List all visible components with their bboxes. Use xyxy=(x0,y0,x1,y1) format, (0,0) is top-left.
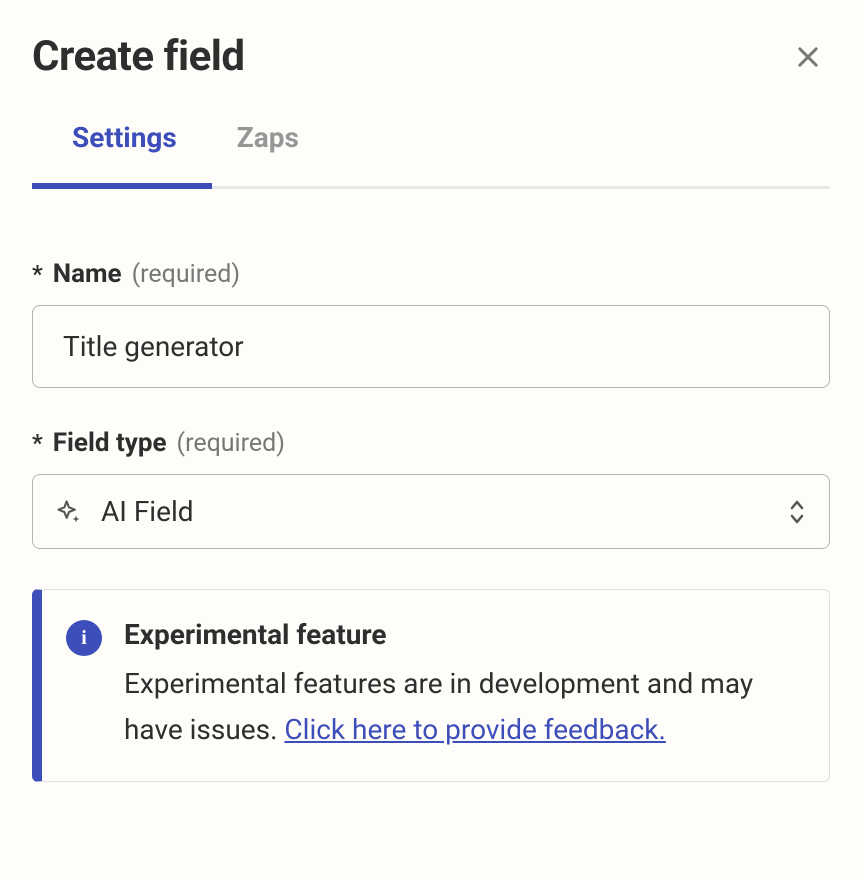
callout-text: Experimental features are in development… xyxy=(124,661,799,753)
name-label-row: * Name (required) xyxy=(32,259,830,289)
name-label: Name xyxy=(53,259,122,289)
close-button[interactable] xyxy=(786,35,830,79)
feedback-link[interactable]: Click here to provide feedback. xyxy=(284,713,665,746)
sparkle-icon xyxy=(55,498,83,526)
field-type-label-row: * Field type (required) xyxy=(32,428,830,458)
field-type-label: Field type xyxy=(53,428,167,458)
callout-content: Experimental feature Experimental featur… xyxy=(124,618,799,753)
field-type-required-hint: (required) xyxy=(177,429,285,458)
form-group-name: * Name (required) xyxy=(32,259,830,388)
info-icon: i xyxy=(66,620,102,656)
tab-active-indicator xyxy=(32,183,212,189)
name-input[interactable] xyxy=(32,305,830,388)
page-title: Create field xyxy=(32,32,245,81)
field-type-select[interactable]: AI Field xyxy=(32,474,830,549)
tab-settings[interactable]: Settings xyxy=(72,121,177,186)
field-type-value: AI Field xyxy=(101,495,769,528)
callout-title: Experimental feature xyxy=(124,618,799,651)
experimental-callout: i Experimental feature Experimental feat… xyxy=(32,589,830,782)
chevron-updown-icon xyxy=(787,498,807,526)
close-icon xyxy=(794,43,822,71)
required-asterisk: * xyxy=(32,260,43,288)
form-group-field-type: * Field type (required) AI Field xyxy=(32,428,830,549)
required-asterisk: * xyxy=(32,429,43,457)
modal-header: Create field xyxy=(32,32,830,81)
tab-zaps[interactable]: Zaps xyxy=(237,121,299,186)
name-required-hint: (required) xyxy=(132,260,240,289)
tabs-container: Settings Zaps xyxy=(32,121,830,189)
